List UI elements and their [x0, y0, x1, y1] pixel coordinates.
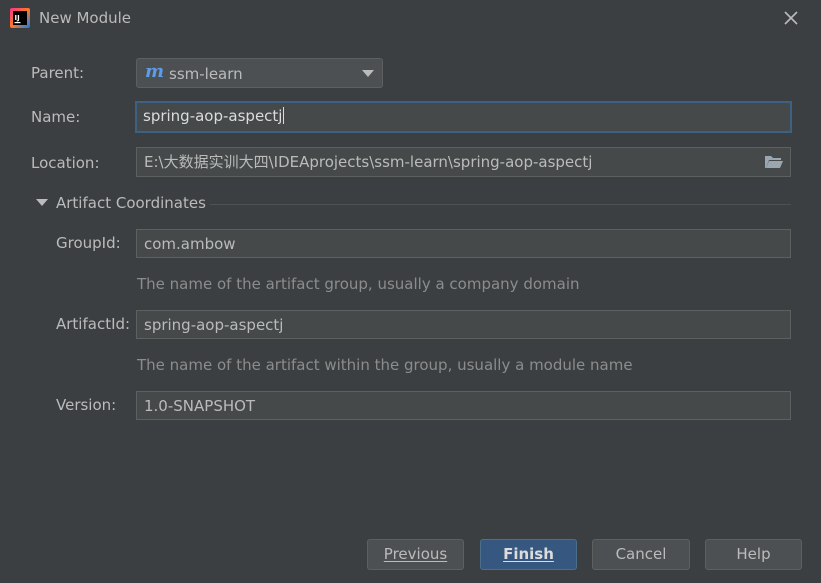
text-caret — [283, 107, 285, 124]
location-label: Location: — [31, 154, 100, 172]
groupid-input[interactable]: com.ambow — [136, 229, 791, 258]
location-value: E:\大数据实训大四\IDEAprojects\ssm-learn\spring… — [144, 153, 593, 171]
artifact-section-title[interactable]: Artifact Coordinates — [56, 194, 206, 212]
groupid-hint: The name of the artifact group, usually … — [137, 275, 580, 293]
artifactid-label: ArtifactId: — [56, 315, 131, 333]
location-input[interactable]: E:\大数据实训大四\IDEAprojects\ssm-learn\spring… — [136, 147, 791, 177]
window-title: New Module — [39, 9, 132, 27]
collapse-triangle-icon[interactable] — [36, 199, 48, 207]
finish-button[interactable]: Finish — [480, 539, 577, 570]
title-bar: IJ New Module — [0, 0, 821, 38]
name-label: Name: — [31, 108, 81, 126]
section-divider — [210, 204, 791, 205]
svg-text:IJ: IJ — [15, 14, 20, 22]
folder-open-icon[interactable] — [764, 154, 784, 170]
artifactid-value: spring-aop-aspectj — [144, 316, 284, 334]
parent-label: Parent: — [31, 64, 85, 82]
version-input[interactable]: 1.0-SNAPSHOT — [136, 391, 791, 420]
groupid-value: com.ambow — [144, 235, 236, 253]
close-icon[interactable] — [782, 9, 800, 27]
groupid-label: GroupId: — [56, 234, 121, 252]
artifactid-hint: The name of the artifact within the grou… — [137, 356, 633, 374]
cancel-button[interactable]: Cancel — [592, 539, 690, 570]
version-value: 1.0-SNAPSHOT — [144, 397, 256, 415]
artifactid-input[interactable]: spring-aop-aspectj — [136, 310, 791, 339]
previous-button-label: Previous — [383, 545, 448, 563]
name-input[interactable]: spring-aop-aspectj — [135, 101, 792, 133]
name-value: spring-aop-aspectj — [143, 107, 283, 125]
finish-button-label: Finish — [503, 545, 554, 563]
previous-button[interactable]: Previous — [367, 539, 464, 570]
help-button-label: Help — [736, 545, 771, 563]
maven-m-icon: m — [145, 61, 165, 82]
parent-value: ssm-learn — [169, 65, 243, 83]
version-label: Version: — [56, 396, 117, 414]
help-button[interactable]: Help — [705, 539, 802, 570]
chevron-down-icon — [362, 70, 374, 77]
parent-dropdown[interactable]: m ssm-learn — [136, 58, 383, 88]
cancel-button-label: Cancel — [615, 545, 667, 563]
intellij-idea-icon: IJ — [10, 8, 30, 28]
